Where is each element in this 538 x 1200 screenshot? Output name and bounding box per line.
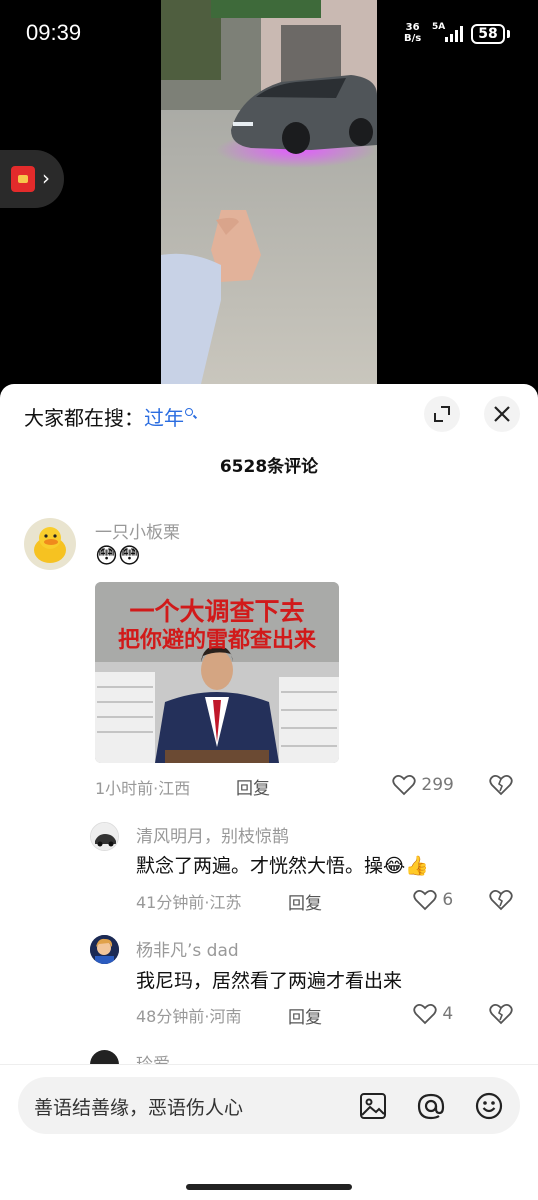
like-count: 4 bbox=[442, 1004, 454, 1024]
reply-text: 默念了两遍。才恍然大悟。操😂👍 bbox=[136, 851, 429, 878]
avatar[interactable] bbox=[24, 518, 76, 570]
hot-search[interactable]: 大家都在搜：过年 bbox=[24, 402, 193, 431]
heart-icon bbox=[413, 890, 437, 911]
home-indicator[interactable] bbox=[186, 1184, 352, 1190]
avatar-duck-image bbox=[34, 527, 66, 563]
avatar-car-image bbox=[91, 823, 118, 850]
expand-icon bbox=[434, 406, 450, 422]
red-envelope-icon bbox=[11, 166, 35, 192]
broken-heart-icon[interactable] bbox=[489, 1003, 513, 1025]
comment-author[interactable]: 一只小板栗 bbox=[95, 518, 180, 543]
hot-search-keyword[interactable]: 过年 bbox=[144, 406, 184, 430]
expand-button[interactable] bbox=[424, 396, 460, 432]
heart-icon bbox=[392, 775, 416, 796]
comment-image[interactable]: 一个大调查下去 把你避的雷都查出来 bbox=[95, 582, 339, 763]
reply-button[interactable]: 回复 bbox=[288, 1003, 322, 1028]
avatar[interactable] bbox=[90, 935, 119, 964]
close-button[interactable] bbox=[484, 396, 520, 432]
comment-count: 6528条评论 bbox=[219, 457, 319, 477]
like-count: 299 bbox=[421, 775, 454, 795]
reply-author[interactable]: 杨非凡’s dad bbox=[136, 936, 239, 961]
heart-icon bbox=[413, 1004, 437, 1025]
broken-heart-icon[interactable] bbox=[489, 774, 513, 796]
comment-meta: 1小时前·江西 bbox=[95, 779, 191, 798]
reply-meta: 48分钟前·河南 bbox=[136, 1007, 242, 1026]
image-icon[interactable] bbox=[358, 1091, 388, 1121]
network-speed-value: 36 bbox=[405, 22, 420, 33]
comment-text: 😳😳 bbox=[95, 544, 141, 569]
search-icon bbox=[185, 408, 193, 416]
close-icon bbox=[494, 406, 510, 422]
reply-button[interactable]: 回复 bbox=[236, 774, 270, 799]
like-button[interactable]: 6 bbox=[413, 889, 453, 911]
reply-text-body: 默念了两遍。才恍然大悟。操 bbox=[136, 855, 384, 877]
red-envelope-widget[interactable]: › bbox=[0, 150, 64, 208]
like-count: 6 bbox=[442, 890, 454, 910]
network-speed: 36 B/s bbox=[404, 22, 421, 44]
avatar[interactable] bbox=[90, 822, 119, 851]
like-button[interactable]: 4 bbox=[413, 1003, 453, 1025]
reply-meta: 41分钟前·江苏 bbox=[136, 893, 242, 912]
network-speed-unit: B/s bbox=[404, 33, 422, 44]
comment-input[interactable]: 善语结善缘，恶语伤人心 bbox=[18, 1077, 520, 1134]
avatar-anime-image bbox=[90, 935, 119, 964]
battery-icon: 58 bbox=[471, 24, 505, 44]
battery-level: 58 bbox=[478, 26, 498, 42]
clock: 09:39 bbox=[26, 20, 82, 45]
comment-input-placeholder: 善语结善缘，恶语伤人心 bbox=[34, 1097, 244, 1119]
chevron-right-icon: › bbox=[42, 166, 50, 190]
network-type: 5A bbox=[432, 22, 446, 32]
emoji-icon[interactable] bbox=[474, 1091, 504, 1121]
battery-tip bbox=[507, 30, 510, 38]
signal-icon bbox=[445, 26, 463, 42]
reply-emoji: 😂👍 bbox=[383, 855, 429, 877]
status-bar: 09:39 36 B/s 5A 58 bbox=[0, 0, 538, 70]
broken-heart-icon[interactable] bbox=[489, 889, 513, 911]
like-button[interactable]: 299 bbox=[392, 774, 454, 796]
reply-author[interactable]: 清风明月，别枝惊鹊 bbox=[136, 822, 289, 847]
meme-caption-line2: 把你避的雷都查出来 bbox=[117, 628, 316, 653]
reply-text: 我尼玛，居然看了两遍才看出来 bbox=[136, 970, 403, 992]
hot-search-label: 大家都在搜： bbox=[24, 406, 144, 430]
at-icon[interactable] bbox=[416, 1091, 446, 1121]
reply-button[interactable]: 回复 bbox=[288, 889, 322, 914]
